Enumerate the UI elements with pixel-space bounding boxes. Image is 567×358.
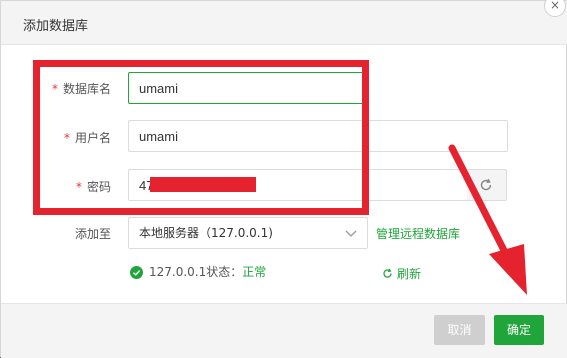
arrow-annotation bbox=[448, 144, 527, 295]
